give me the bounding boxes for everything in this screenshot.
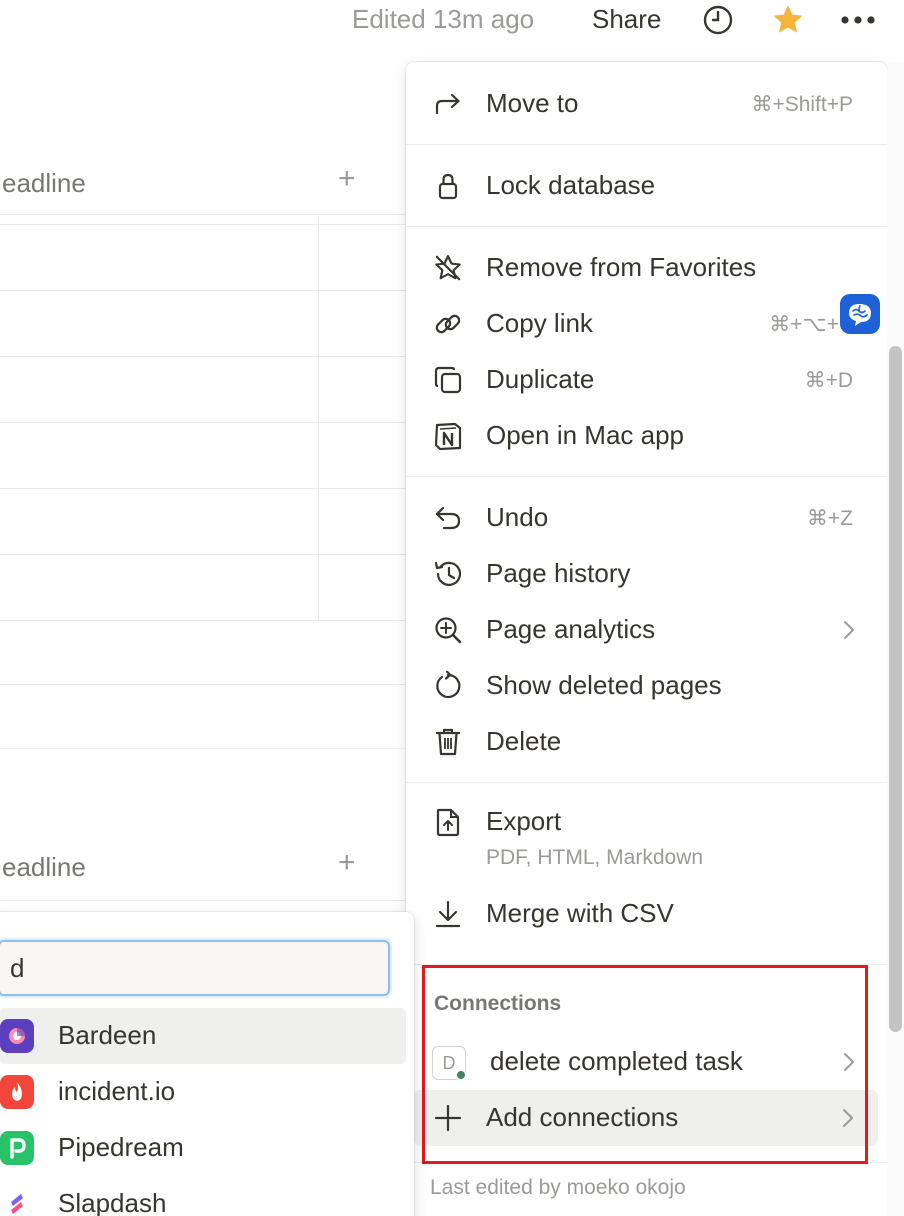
menu-item-label: Duplicate — [486, 364, 595, 394]
connection-option-slapdash[interactable]: Slapdash — [0, 1176, 406, 1216]
divider — [0, 748, 410, 749]
divider — [0, 900, 410, 901]
analytics-icon — [432, 615, 464, 645]
menu-item-page-history[interactable]: Page history — [406, 546, 887, 602]
connection-option-label: Slapdash — [58, 1188, 167, 1216]
export-icon — [432, 807, 464, 837]
divider — [406, 782, 887, 783]
menu-item-remove-favorites[interactable]: Remove from Favorites — [406, 240, 887, 296]
divider — [0, 684, 410, 685]
table-row[interactable] — [0, 422, 410, 423]
star-outline-icon — [432, 253, 464, 283]
add-column-icon[interactable]: + — [338, 846, 356, 880]
last-edited-text: Last edited by moeko okojo — [430, 1176, 686, 1199]
menu-item-label: Page history — [486, 558, 631, 588]
menu-item-label: Remove from Favorites — [486, 252, 757, 282]
menu-item-label: Undo — [486, 502, 549, 532]
trash-icon — [432, 727, 464, 757]
column-header: eadline — [2, 852, 86, 882]
incident-icon — [0, 1075, 34, 1109]
menu-item-duplicate[interactable]: Duplicate ⌘+D — [406, 352, 887, 408]
menu-item-label: Merge with CSV — [486, 898, 674, 928]
menu-item-open-mac-app[interactable]: Open in Mac app — [406, 408, 887, 464]
arrow-turn-icon — [432, 89, 464, 119]
link-icon — [432, 309, 464, 339]
chevron-right-icon — [841, 618, 857, 642]
menu-item-sublabel: PDF, HTML, Markdown — [486, 846, 704, 869]
menu-item-label: Show deleted pages — [486, 670, 722, 700]
lock-icon — [432, 171, 464, 201]
connection-search-popup: Bardeen incident.io Pipedream Slapdash — [0, 912, 414, 1216]
shortcut-hint: ⌘+D — [804, 369, 853, 392]
undo-icon — [432, 503, 464, 533]
restore-icon — [432, 671, 464, 701]
table-row[interactable] — [0, 290, 410, 291]
table-header: eadline + — [0, 846, 400, 888]
menu-item-label: Open in Mac app — [486, 420, 685, 450]
divider — [318, 216, 319, 620]
clock-icon[interactable] — [700, 2, 736, 38]
divider — [0, 224, 410, 225]
table-row[interactable] — [0, 488, 410, 489]
menu-item-export[interactable]: Export PDF, HTML, Markdown — [406, 794, 887, 884]
menu-item-label: Export — [486, 806, 562, 836]
divider — [406, 476, 887, 477]
slapdash-icon — [0, 1187, 34, 1216]
table-header: eadline + — [0, 162, 400, 204]
menu-item-move-to[interactable]: Move to ⌘+Shift+P — [406, 76, 887, 132]
notion-icon — [432, 421, 464, 451]
share-button[interactable]: Share — [592, 4, 661, 35]
history-icon — [432, 559, 464, 589]
shortcut-hint: ⌘+Shift+P — [751, 93, 853, 116]
download-icon — [432, 899, 464, 929]
menu-item-page-analytics[interactable]: Page analytics — [406, 602, 887, 658]
connection-option-label: Bardeen — [58, 1020, 157, 1050]
divider — [406, 226, 887, 227]
menu-item-label: Page analytics — [486, 614, 656, 644]
connection-option-pipedream[interactable]: Pipedream — [0, 1120, 406, 1176]
menu-item-lock-database[interactable]: Lock database — [406, 158, 887, 214]
connection-option-label: incident.io — [58, 1076, 176, 1106]
top-bar: Edited 13m ago Share — [0, 0, 904, 40]
connection-search-input[interactable] — [0, 940, 390, 996]
highlight-box — [422, 965, 868, 1164]
connection-option-incident[interactable]: incident.io — [0, 1064, 406, 1120]
table-row[interactable] — [0, 554, 410, 555]
menu-item-label: Copy link — [486, 308, 593, 338]
menu-item-copy-link[interactable]: Copy link ⌘+⌥+ — [406, 296, 887, 352]
pipedream-icon — [0, 1131, 34, 1165]
table-row[interactable] — [0, 356, 410, 357]
star-icon[interactable] — [770, 2, 806, 38]
menu-item-undo[interactable]: Undo ⌘+Z — [406, 490, 887, 546]
menu-item-label: Lock database — [486, 170, 656, 200]
add-column-icon[interactable]: + — [338, 162, 356, 196]
menu-item-label: Move to — [486, 88, 579, 118]
shortcut-hint: ⌘+Z — [806, 507, 853, 530]
duplicate-icon — [432, 365, 464, 395]
connection-option-label: Pipedream — [58, 1132, 184, 1162]
menu-item-delete[interactable]: Delete — [406, 714, 887, 770]
menu-item-merge-csv[interactable]: Merge with CSV — [406, 886, 887, 942]
connection-option-bardeen[interactable]: Bardeen — [0, 1008, 406, 1064]
brain-extension-icon[interactable] — [840, 294, 880, 334]
divider — [406, 144, 887, 145]
menu-item-show-deleted-pages[interactable]: Show deleted pages — [406, 658, 887, 714]
scrollbar-thumb[interactable] — [889, 346, 902, 1032]
bardeen-icon — [0, 1019, 34, 1053]
edited-status: Edited 13m ago — [352, 4, 535, 34]
table-row[interactable] — [0, 620, 410, 621]
shortcut-hint: ⌘+⌥+ — [769, 313, 839, 336]
more-icon[interactable] — [840, 2, 876, 38]
divider — [0, 214, 410, 215]
menu-item-label: Delete — [486, 726, 562, 756]
column-header: eadline — [2, 168, 86, 198]
